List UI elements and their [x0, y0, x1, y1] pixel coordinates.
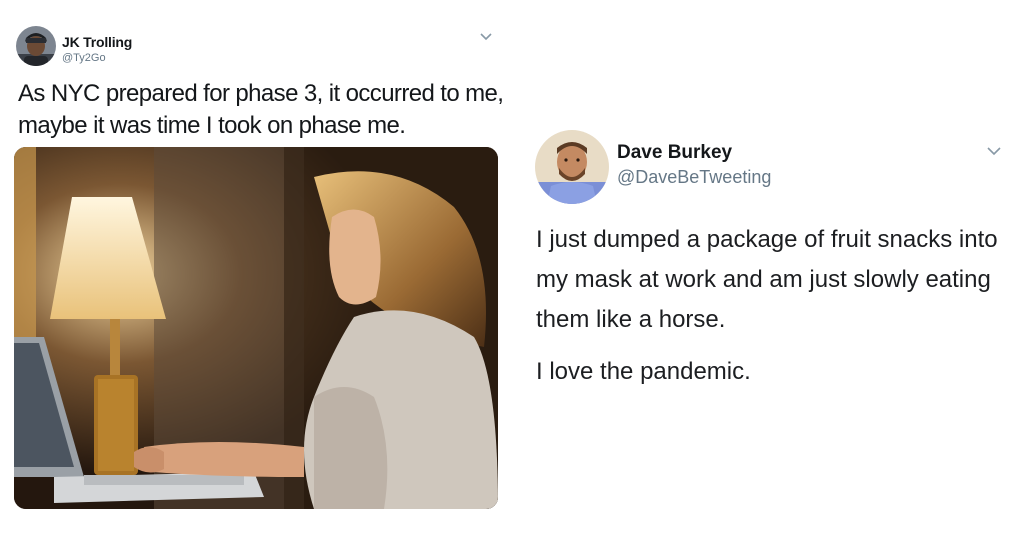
avatar[interactable]: [16, 26, 56, 66]
tweet-left: JK Trolling @Ty2Go As NYC prepared for p…: [0, 0, 512, 536]
tweet-photo[interactable]: [14, 147, 498, 509]
username[interactable]: @DaveBeTweeting: [617, 167, 771, 188]
chevron-down-icon[interactable]: [986, 146, 1002, 157]
tweet-text: I just dumped a package of fruit snacks …: [536, 220, 1016, 392]
tweet-paragraph: I just dumped a package of fruit snacks …: [536, 226, 998, 333]
username[interactable]: @Ty2Go: [62, 52, 106, 64]
tweet-paragraph: I love the pandemic.: [536, 358, 751, 385]
display-name[interactable]: Dave Burkey: [617, 142, 732, 164]
chevron-down-icon[interactable]: [479, 32, 493, 42]
tweet-text: As NYC prepared for phase 3, it occurred…: [18, 80, 504, 139]
tweet-right: Dave Burkey @DaveBeTweeting I just dumpe…: [512, 0, 1024, 536]
avatar[interactable]: [535, 130, 609, 204]
display-name[interactable]: JK Trolling: [62, 34, 132, 50]
